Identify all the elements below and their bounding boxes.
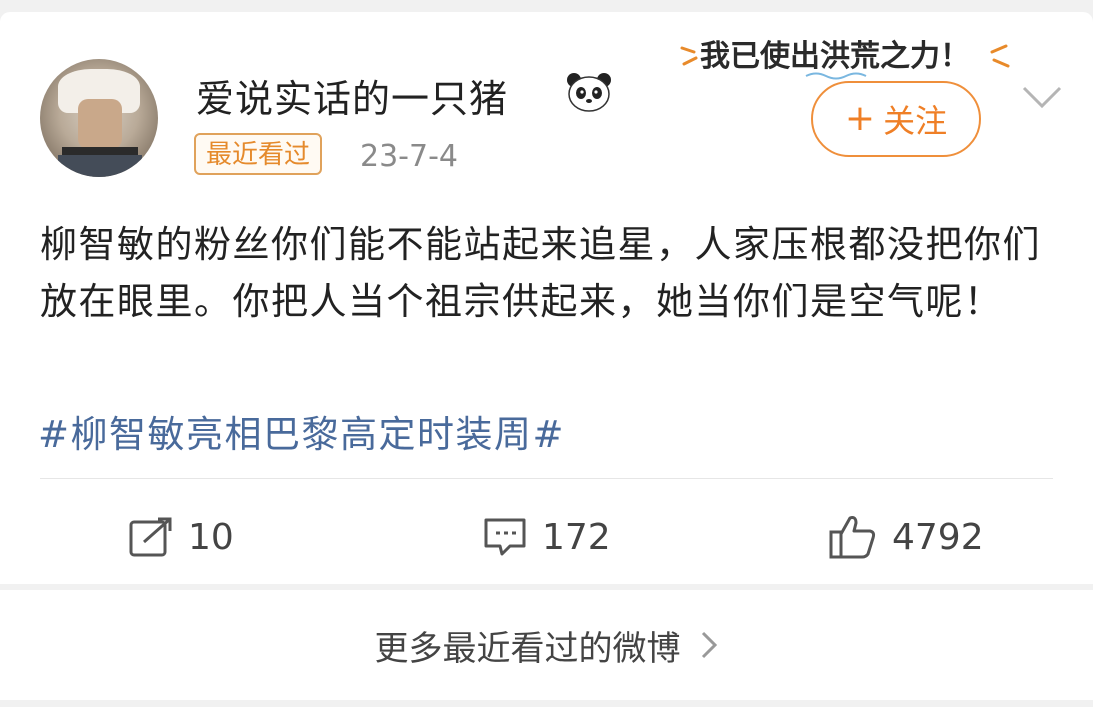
hashtag-link[interactable]: #柳智敏亮相巴黎高定时装周# (38, 404, 565, 458)
like-icon (829, 516, 876, 559)
follow-button[interactable]: + 关注 (811, 81, 981, 157)
plus-icon: + (844, 98, 876, 139)
like-button[interactable]: 4792 (828, 512, 984, 562)
comment-count: 172 (542, 516, 611, 558)
comment-icon (484, 518, 526, 556)
panda-icon (567, 73, 611, 112)
like-count: 4792 (892, 516, 984, 558)
slogan-text: 我已使出洪荒之力！ (700, 39, 970, 74)
more-recent-label: 更多最近看过的微博 (374, 628, 681, 669)
more-recent-posts-link[interactable]: 更多最近看过的微博 (0, 590, 1093, 700)
weibo-post-card[interactable]: 爱说实话的一只猪 最近看过 23-7-4 我已使出洪荒之力！ + 关注 柳智敏的… (0, 12, 1093, 584)
avatar[interactable] (40, 59, 158, 177)
chevron-right-icon (701, 631, 717, 659)
repost-button[interactable]: 10 (128, 512, 234, 562)
follow-label: 关注 (883, 102, 948, 140)
recently-viewed-badge: 最近看过 (194, 133, 323, 175)
divider (40, 478, 1053, 479)
comment-button[interactable]: 172 (482, 512, 611, 562)
repost-count: 10 (188, 516, 234, 558)
post-date: 23-7-4 (360, 139, 458, 174)
chevron-down-icon[interactable] (1020, 82, 1064, 112)
slogan-sticker: 我已使出洪荒之力！ (680, 39, 1010, 80)
post-text: 柳智敏的粉丝你们能不能站起来追星，人家压根都没把你们放在眼里。你把人当个祖宗供起… (40, 223, 1041, 323)
author-name[interactable]: 爱说实话的一只猪 (196, 68, 508, 123)
repost-icon (129, 517, 172, 557)
